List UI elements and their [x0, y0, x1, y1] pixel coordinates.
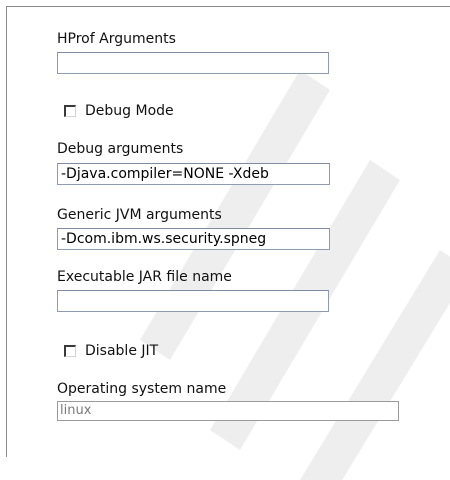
hprof-arguments-label: HProf Arguments [57, 31, 176, 47]
generic-jvm-arguments-input[interactable]: -Dcom.ibm.ws.security.spneg [57, 228, 330, 250]
debug-arguments-label: Debug arguments [57, 141, 184, 157]
executable-jar-label: Executable JAR file name [57, 269, 232, 285]
os-name-label: Operating system name [57, 381, 227, 397]
generic-jvm-arguments-label: Generic JVM arguments [57, 207, 222, 223]
executable-jar-input[interactable] [57, 290, 329, 312]
os-name-input[interactable]: linux [57, 401, 399, 421]
disable-jit-label: Disable JIT [85, 343, 159, 359]
debug-mode-row[interactable]: Debug Mode [64, 103, 174, 119]
disable-jit-row[interactable]: Disable JIT [64, 343, 158, 359]
debug-mode-label: Debug Mode [85, 103, 174, 119]
debug-arguments-input[interactable]: -Djava.compiler=NONE -Xdeb [57, 163, 330, 185]
hprof-arguments-input[interactable] [57, 52, 329, 74]
debug-mode-checkbox[interactable] [64, 105, 76, 117]
disable-jit-checkbox[interactable] [64, 345, 76, 357]
